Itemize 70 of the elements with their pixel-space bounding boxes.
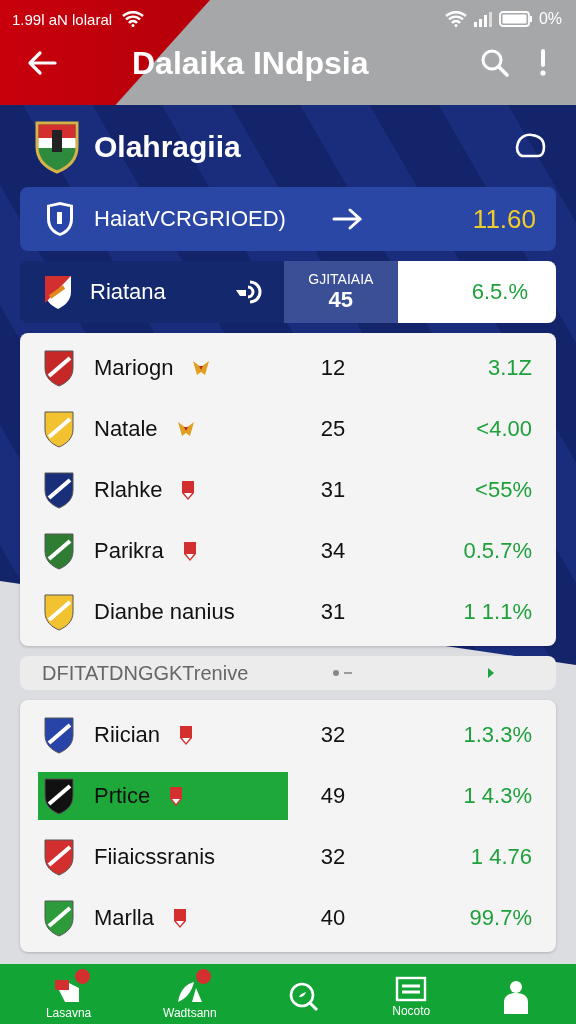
team-value: 34 [319, 537, 347, 564]
featured-panel[interactable]: Riatana [20, 261, 284, 323]
header-title: Olahragiia [94, 130, 241, 164]
team-row[interactable]: Marlla 40 99.7% [20, 887, 556, 948]
crest-icon [42, 273, 74, 311]
highlight-label: HaiatVCRGRIOED) [94, 206, 287, 232]
section-header[interactable]: DFITATDNGGKTrenive [20, 656, 556, 690]
stat-value: 45 [328, 287, 354, 313]
team-row[interactable]: Natale 25 <4.00 [20, 398, 556, 459]
team-name: Prtice [94, 782, 151, 809]
percent-text: 3.1Z [486, 354, 533, 381]
search-icon [288, 981, 321, 1013]
chevron-icon [486, 667, 496, 679]
team-row[interactable]: Rlahke 31 <55% [20, 459, 556, 520]
list-icon [395, 976, 428, 1002]
percent-text: 1 4.76 [469, 843, 533, 870]
team-name: Dianbe nanius [94, 598, 235, 625]
team-name: Mariogn [94, 354, 174, 381]
whistle-icon [233, 278, 264, 306]
team-value: 31 [319, 598, 347, 625]
pin-icon [180, 478, 197, 501]
percent-text: 99.7% [468, 904, 533, 931]
signal-icon [472, 11, 493, 27]
team-name: Parikra [94, 537, 164, 564]
team-row[interactable]: Mariogn 12 3.1Z [20, 337, 556, 398]
team-value: 32 [319, 721, 347, 748]
percent-text: <55% [474, 476, 533, 503]
team-value: 49 [319, 782, 347, 809]
team-row[interactable]: Dianbe nanius 31 1 1.1% [20, 581, 556, 642]
pin-icon [168, 784, 185, 807]
badge-dot [195, 969, 211, 984]
team-name: Rlahke [94, 476, 163, 503]
pin-icon [178, 723, 195, 746]
shield-icon [44, 200, 76, 238]
team-value: 25 [319, 415, 347, 442]
stat-label: GJITAIAIA [308, 271, 374, 287]
team-row[interactable]: Riician 32 1.3.3% [20, 704, 556, 765]
team-name: Natale [94, 415, 158, 442]
highlight-value: 11.60 [472, 203, 536, 235]
percent-text: 1 4.3% [462, 782, 533, 809]
team-name: Riician [94, 721, 161, 748]
person-icon [502, 980, 531, 1014]
percent-text: 0.5.7% [462, 537, 533, 564]
battery-icon [498, 11, 533, 27]
team-value: 31 [319, 476, 347, 503]
wifi-icon [122, 11, 145, 27]
team-value: 32 [319, 843, 347, 870]
more-icon [538, 48, 548, 78]
team-value: 12 [319, 354, 347, 381]
percent-text: 1 1.1% [462, 598, 533, 625]
dot-arrow-icon [332, 669, 354, 677]
percent-text: 1.3.3% [462, 721, 533, 748]
team-row[interactable]: Prtice 49 1 4.3% [20, 765, 556, 826]
pin-icon [181, 539, 198, 562]
status-time: 1.99l aN lolaral [12, 10, 113, 28]
team-name: Marlla [94, 904, 154, 931]
pin-icon [171, 906, 188, 929]
percent-text: <4.00 [475, 415, 533, 442]
badge-dot [74, 969, 90, 984]
team-row[interactable]: Parikra 34 0.5.7% [20, 520, 556, 581]
featured-name: Riatana [90, 279, 166, 305]
wifi-icon [444, 11, 467, 27]
percent-text: 6.5.% [470, 279, 529, 305]
team-name: Fiiaicssranis [94, 843, 216, 870]
section-title: DFITATDNGGKTrenive [42, 661, 250, 685]
team-value: 40 [319, 904, 347, 931]
highlight-card[interactable]: HaiatVCRGRIOED) 11.60 [20, 187, 556, 251]
battery-percent: 0% [538, 10, 562, 28]
team-row[interactable]: Fiiaicssranis 32 1 4.76 [20, 826, 556, 887]
arrow-icon [332, 207, 364, 231]
